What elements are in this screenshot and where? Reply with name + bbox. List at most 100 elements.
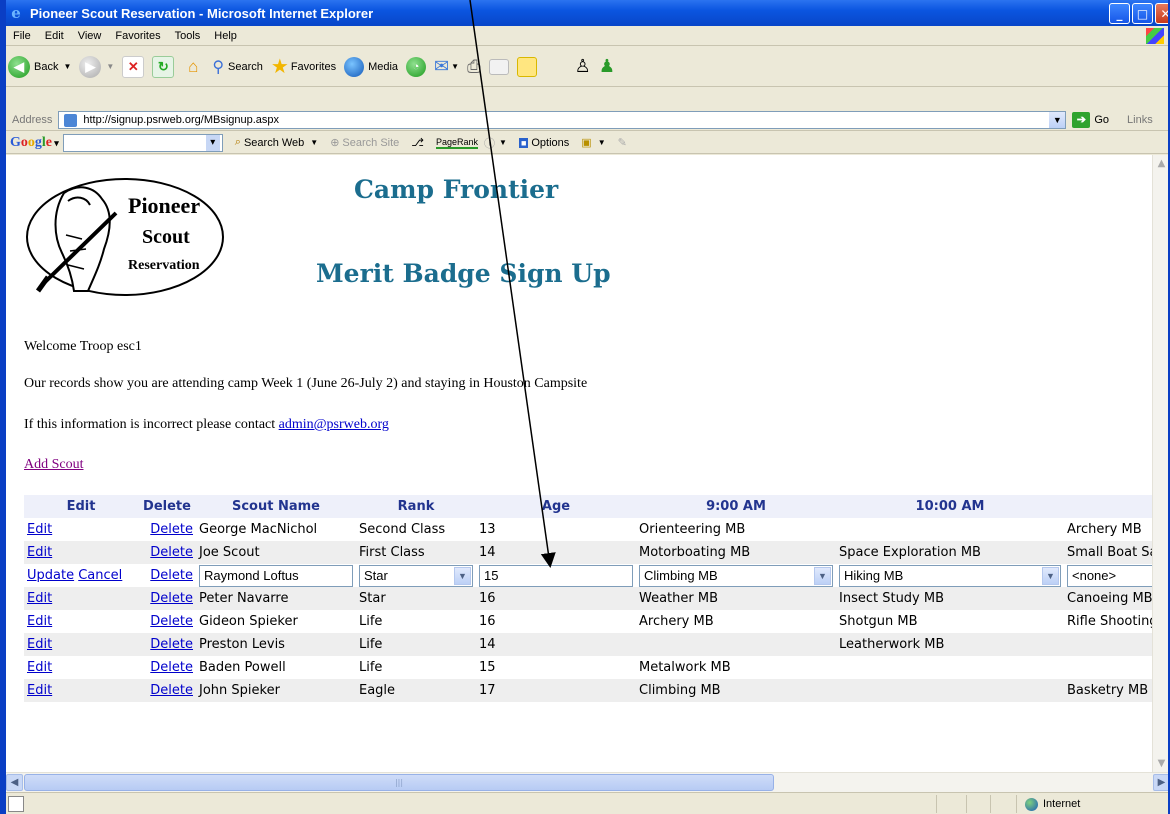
menu-file[interactable]: File bbox=[6, 30, 38, 42]
horizontal-scrollbar[interactable]: ◀ ||| ▶ bbox=[6, 772, 1168, 792]
edit-link[interactable]: Edit bbox=[27, 637, 52, 652]
media-button[interactable]: Media bbox=[344, 56, 398, 77]
menu-view[interactable]: View bbox=[71, 30, 109, 42]
highlight-button[interactable]: ✎ bbox=[618, 136, 627, 149]
favorites-button[interactable]: ★ Favorites bbox=[271, 54, 336, 79]
add-scout-link[interactable]: Add Scout bbox=[24, 457, 84, 473]
history-button[interactable]: ◔ bbox=[406, 56, 427, 77]
delete-link[interactable]: Delete bbox=[150, 568, 193, 583]
search-web-button[interactable]: ⌕ Search Web ▼ bbox=[235, 136, 318, 149]
age-cell: 16 bbox=[476, 587, 636, 610]
cancel-link[interactable]: Cancel bbox=[78, 568, 122, 583]
pagerank-button[interactable]: PageRank ⓘ ▼ bbox=[435, 135, 507, 151]
scout-grid: Edit Delete Scout Name Rank Age 9:00 AM … bbox=[24, 495, 1152, 702]
news-button[interactable]: ⎇ bbox=[411, 136, 424, 149]
menu-favorites[interactable]: Favorites bbox=[108, 30, 167, 42]
mail-dropdown-icon[interactable]: ▼ bbox=[451, 62, 459, 71]
age-input[interactable] bbox=[479, 564, 633, 587]
menu-help[interactable]: Help bbox=[207, 30, 244, 42]
delete-link[interactable]: Delete bbox=[150, 637, 193, 652]
menu-tools[interactable]: Tools bbox=[168, 30, 208, 42]
msn-buddies-icon: ♟ bbox=[598, 56, 615, 76]
edit-link[interactable]: Edit bbox=[27, 660, 52, 675]
vertical-scrollbar[interactable]: ▲ ▼ bbox=[1152, 155, 1168, 772]
stop-button[interactable]: ✕ bbox=[122, 55, 145, 78]
maximize-button[interactable]: □ bbox=[1132, 3, 1153, 24]
folder-button[interactable]: ▣ ▼ bbox=[581, 136, 605, 149]
ten-am-cell bbox=[836, 518, 1064, 541]
age-cell: 17 bbox=[476, 679, 636, 702]
edit-link[interactable]: Edit bbox=[27, 545, 52, 560]
delete-link[interactable]: Delete bbox=[150, 591, 193, 606]
delete-link[interactable]: Delete bbox=[150, 545, 193, 560]
delete-link[interactable]: Delete bbox=[150, 683, 193, 698]
status-bar: Internet bbox=[6, 792, 1168, 814]
nine-am-select[interactable]: Climbing MB ▼ bbox=[639, 564, 833, 587]
rank-cell: Star bbox=[356, 587, 476, 610]
rank-cell: First Class bbox=[356, 541, 476, 564]
scroll-left-icon[interactable]: ◀ bbox=[6, 774, 23, 791]
age-cell: 14 bbox=[476, 541, 636, 564]
forward-button[interactable]: ▶ ▼ bbox=[79, 55, 114, 78]
address-dropdown-icon[interactable]: ▼ bbox=[1049, 111, 1066, 128]
address-input[interactable]: http://signup.psrweb.org/MBsignup.aspx ▼ bbox=[58, 110, 1067, 129]
ten-am-select[interactable]: Hiking MB ▼ bbox=[839, 564, 1061, 587]
links-button[interactable]: Links bbox=[1127, 114, 1153, 126]
table-row: Edit Delete Gideon Spieker Life 16 Arche… bbox=[24, 610, 1152, 633]
update-link[interactable]: Update bbox=[27, 568, 74, 583]
rank-select[interactable]: Star ▼ bbox=[359, 564, 473, 587]
minimize-button[interactable]: _ bbox=[1109, 3, 1130, 24]
scroll-thumb[interactable]: ||| bbox=[24, 774, 774, 791]
scout-name-input[interactable] bbox=[199, 564, 353, 587]
back-button[interactable]: ◀ Back ▼ bbox=[8, 55, 71, 78]
refresh-button[interactable]: ↻ bbox=[152, 55, 175, 78]
options-button[interactable]: ■ Options bbox=[518, 137, 569, 149]
search-site-button[interactable]: ⊕ Search Site bbox=[330, 136, 399, 150]
contacts-button[interactable]: ♟ bbox=[599, 56, 615, 77]
scroll-right-icon[interactable]: ▶ bbox=[1153, 774, 1168, 791]
scout-name-cell: Peter Navarre bbox=[196, 587, 356, 610]
discuss-button[interactable] bbox=[516, 56, 537, 77]
mail-button[interactable]: ✉ ▼ bbox=[434, 56, 459, 77]
edit-link[interactable]: Edit bbox=[27, 683, 52, 698]
eleven-am-cell: Canoeing MB bbox=[1064, 587, 1152, 610]
menu-edit[interactable]: Edit bbox=[38, 30, 71, 42]
age-cell: 15 bbox=[479, 660, 496, 675]
eleven-am-cell: Small Boat Sa bbox=[1064, 541, 1152, 564]
go-button[interactable]: ➔ Go bbox=[1072, 111, 1109, 128]
scout-name-cell: Baden Powell bbox=[199, 660, 286, 675]
nine-am-cell: Motorboating MB bbox=[636, 541, 836, 564]
logo-text-pioneer: Pioneer bbox=[128, 193, 200, 218]
editing-row: Update Cancel Delete Star▼ Climbing MB▼ … bbox=[24, 564, 1152, 587]
options-icon: ■ bbox=[518, 137, 529, 148]
nine-am-cell: Metalwork MB bbox=[639, 660, 731, 675]
forward-dropdown-icon[interactable]: ▼ bbox=[106, 62, 114, 71]
google-logo[interactable]: Google ▾ bbox=[6, 135, 63, 151]
delete-link[interactable]: Delete bbox=[150, 522, 193, 537]
scroll-down-icon[interactable]: ▼ bbox=[1153, 755, 1168, 772]
google-search-input[interactable] bbox=[62, 133, 223, 152]
home-icon: ⌂ bbox=[188, 56, 199, 76]
pencil-icon: ✎ bbox=[617, 137, 627, 149]
print-button[interactable]: ⎙ bbox=[467, 57, 481, 77]
close-button[interactable]: ✕ bbox=[1155, 3, 1168, 24]
search-button[interactable]: ⚲ Search bbox=[212, 57, 263, 77]
back-dropdown-icon[interactable]: ▼ bbox=[63, 62, 71, 71]
edit-link[interactable]: Edit bbox=[27, 522, 52, 537]
edit-page-button[interactable] bbox=[488, 58, 509, 75]
contact-email-link[interactable]: admin@psrweb.org bbox=[279, 417, 389, 432]
delete-link[interactable]: Delete bbox=[150, 614, 193, 629]
edit-link[interactable]: Edit bbox=[27, 614, 52, 629]
status-cell bbox=[936, 795, 966, 813]
media-icon bbox=[344, 56, 365, 77]
back-label: Back bbox=[34, 60, 59, 73]
status-cell bbox=[990, 795, 1016, 813]
address-bar: Address http://signup.psrweb.org/MBsignu… bbox=[6, 109, 1168, 131]
home-button[interactable]: ⌂ bbox=[182, 56, 204, 78]
scroll-up-icon[interactable]: ▲ bbox=[1153, 155, 1168, 172]
messenger-button[interactable]: ♙ bbox=[575, 56, 591, 77]
delete-link[interactable]: Delete bbox=[150, 660, 193, 675]
pioneer-scout-logo: Pioneer Scout Reservation bbox=[26, 178, 224, 296]
eleven-am-select[interactable]: <none> bbox=[1067, 564, 1152, 587]
edit-link[interactable]: Edit bbox=[27, 591, 52, 606]
